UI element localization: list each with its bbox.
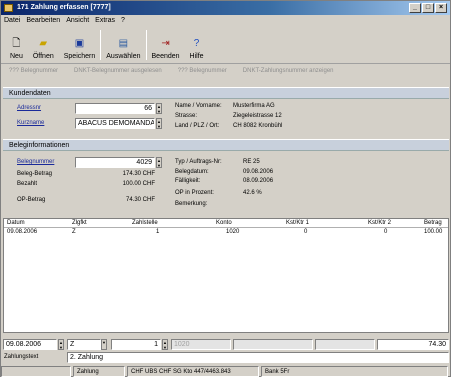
cell-date: 09.08.2006 <box>7 229 38 235</box>
menu-datei[interactable]: Datei <box>4 15 20 26</box>
help-icon: ? <box>193 38 200 49</box>
open-button[interactable]: ▰ Öffnen <box>28 26 59 62</box>
status-cell-1 <box>1 366 71 377</box>
status-cell-bank: CHF UBS CHF SG Kto 447/4463.843 <box>127 366 259 377</box>
percent-label: OP in Prozent: <box>175 190 214 196</box>
due-value: 08.09.2006 <box>243 178 274 184</box>
col-office[interactable]: Zahlstelle <box>132 219 158 228</box>
shortname-label[interactable]: Kurzname <box>17 120 44 126</box>
entry-cost1-input[interactable] <box>233 339 313 350</box>
sub-toolbar: ??? Belegnummer DNKT-Belegnummer ausgele… <box>1 65 450 77</box>
col-account[interactable]: Konto <box>216 219 232 228</box>
address-nr-label[interactable]: Adressnr <box>17 105 41 111</box>
docnr-input[interactable]: 4029 <box>75 157 155 168</box>
new-button[interactable]: 🗋 Neu <box>5 26 28 62</box>
shortname-input[interactable]: ABACUS DEMOMANDANT <box>75 118 155 129</box>
help-button[interactable]: ? Hilfe <box>185 26 209 62</box>
remark-label: Bemerkung: <box>175 201 208 207</box>
entry-type-select[interactable]: Z <box>67 339 101 350</box>
address-nr-input[interactable]: 66 <box>75 103 155 114</box>
col-cost1[interactable]: Kst/Ktr 1 <box>286 219 309 228</box>
op-value: 74.30 CHF <box>125 197 155 203</box>
save-button[interactable]: ▣ Speichern <box>59 26 101 62</box>
cell-office: 1 <box>156 229 160 235</box>
col-date[interactable]: Datum <box>7 219 25 228</box>
amount-label: Beleg-Betrag <box>17 171 53 177</box>
type-value: RE 25 <box>243 159 260 165</box>
close-button[interactable]: × <box>435 3 447 13</box>
name-label: Name / Vorname: <box>175 103 222 109</box>
floppy-icon: ▣ <box>74 38 85 49</box>
document-section-header: Beleginformationen <box>3 139 449 151</box>
col-cost2[interactable]: Kst/Ktr 2 <box>368 219 391 228</box>
menu-help[interactable]: ? <box>121 15 125 26</box>
subtab-4[interactable]: DNKT-Zahlungsnummer anzeigen <box>235 65 342 77</box>
entry-amount-input[interactable]: 74.30 <box>377 339 449 350</box>
subtab-3[interactable]: ??? Belegnummer <box>170 65 235 77</box>
entry-cost2-input[interactable] <box>315 339 375 350</box>
menu-ansicht[interactable]: Ansicht <box>66 15 89 26</box>
percent-value: 42.6 % <box>243 190 262 196</box>
entry-date-spinner[interactable]: ▲ ▼ <box>58 339 64 350</box>
select-button[interactable]: ▤ Auswählen <box>101 26 145 62</box>
docnr-spinner[interactable]: ▲ ▼ <box>156 157 162 168</box>
street-label: Strasse: <box>175 113 198 119</box>
subtab-2[interactable]: DNKT-Belegnummer ausgelesen <box>66 65 170 77</box>
place-label: Land / PLZ / Ort: <box>175 123 220 129</box>
cell-amount: 100.00 <box>424 229 443 235</box>
address-nr-spinner[interactable]: ▲ ▼ <box>156 103 162 114</box>
new-document-icon: 🗋 <box>12 38 21 49</box>
window-title: 171 Zahlung erfassen [7777] <box>17 4 111 11</box>
entry-type-dropdown[interactable]: ▼ <box>101 339 107 350</box>
date-label: Belegdatum: <box>175 169 209 175</box>
paid-value: 100.00 CHF <box>122 181 155 187</box>
payments-table[interactable]: Datum Zlgfkt Zahlstelle Konto Kst/Ktr 1 … <box>3 218 449 333</box>
select-list-icon: ▤ <box>118 38 129 49</box>
menu-extras[interactable]: Extras <box>95 15 115 26</box>
type-label: Typ / Auftrags-Nr: <box>175 159 222 165</box>
title-bar: 171 Zahlung erfassen [7777] _ □ × <box>1 1 450 15</box>
cell-account: 1020 <box>226 229 240 235</box>
exit-door-icon: ⇥ <box>161 38 170 49</box>
table-row[interactable]: 09.08.2006 Z 1 1020 0 0 100.00 <box>4 228 448 237</box>
entry-account-input[interactable]: 1020 <box>171 339 231 350</box>
entry-office-spinner[interactable]: ▲ ▼ <box>162 339 168 350</box>
due-label: Fälligkeit: <box>175 178 201 184</box>
app-icon <box>4 4 13 12</box>
payment-text-label: Zahlungstext <box>4 354 39 360</box>
status-cell-mode: Zahlung <box>73 366 125 377</box>
entry-date-input[interactable]: 09.08.2006 <box>3 339 57 350</box>
cell-cost2: 0 <box>384 229 388 235</box>
table-header: Datum Zlgfkt Zahlstelle Konto Kst/Ktr 1 … <box>4 219 448 228</box>
exit-button[interactable]: ⇥ Beenden <box>147 26 185 62</box>
minimize-button[interactable]: _ <box>409 3 421 13</box>
col-type[interactable]: Zlgfkt <box>72 219 87 228</box>
maximize-button[interactable]: □ <box>422 3 434 13</box>
shortname-spinner[interactable]: ▲ ▼ <box>156 118 162 129</box>
subtab-1[interactable]: ??? Belegnummer <box>1 65 66 77</box>
name-value: Musterfirma AG <box>233 103 275 109</box>
payment-text-input[interactable]: 2. Zahlung <box>67 352 449 363</box>
customer-section-header: Kundendaten <box>3 87 449 99</box>
place-value: CH 8082 Kronbühl <box>233 123 283 129</box>
status-bar: Zahlung CHF UBS CHF SG Kto 447/4463.843 … <box>1 366 450 377</box>
entry-office-input[interactable]: 1 <box>111 339 161 350</box>
op-label: OP-Betrag <box>17 197 46 203</box>
app-window: 171 Zahlung erfassen [7777] _ □ × Datei … <box>0 0 451 377</box>
menu-bearbeiten[interactable]: Bearbeiten <box>26 15 60 26</box>
paid-label: Bezahlt <box>17 181 38 187</box>
cell-cost1: 0 <box>304 229 308 235</box>
amount-value: 174.30 CHF <box>122 171 155 177</box>
toolbar: 🗋 Neu ▰ Öffnen ▣ Speichern ▤ Auswählen ⇥… <box>1 26 450 64</box>
street-value: Ziegeleistrasse 12 <box>233 113 282 119</box>
date-value: 09.08.2006 <box>243 169 274 175</box>
status-cell-info: Bank 5Fr <box>261 366 448 377</box>
col-amount[interactable]: Betrag <box>424 219 442 228</box>
menu-bar: Datei Bearbeiten Ansicht Extras ? <box>1 15 450 26</box>
docnr-label[interactable]: Belegnummer <box>17 159 54 165</box>
folder-icon: ▰ <box>39 38 48 49</box>
cell-type: Z <box>72 229 76 235</box>
